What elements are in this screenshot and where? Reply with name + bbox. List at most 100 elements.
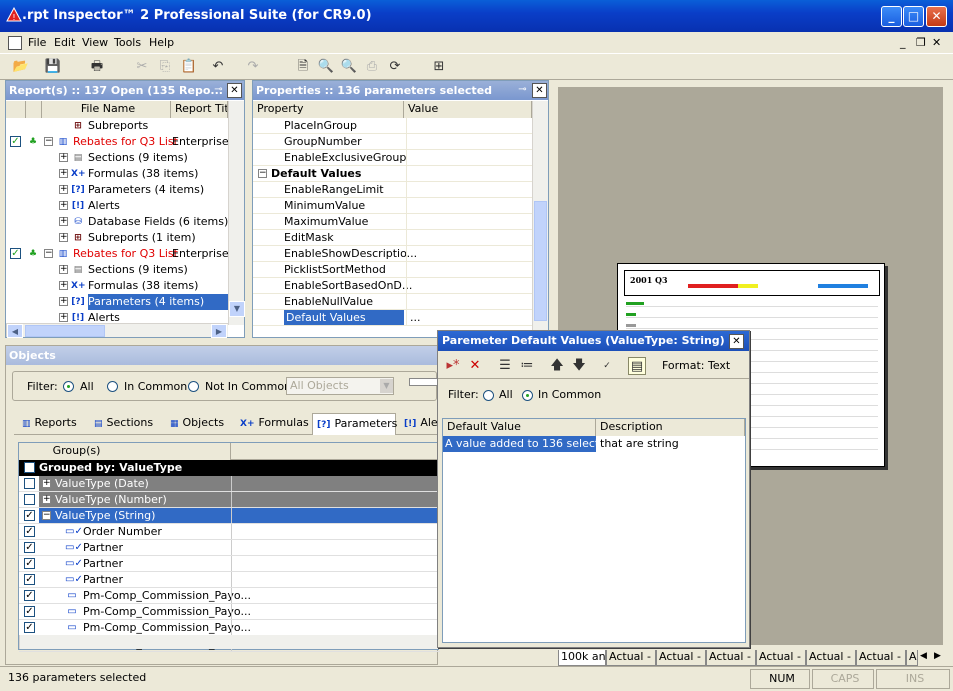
copy-icon[interactable]: ⎘: [156, 58, 174, 76]
zoom-out-icon[interactable]: 🔍: [340, 58, 358, 76]
reports-close-button[interactable]: ✕: [227, 83, 242, 98]
expand-icon[interactable]: +: [59, 217, 68, 226]
property-value[interactable]: [406, 294, 532, 309]
expand-icon[interactable]: −: [44, 137, 53, 146]
close-button[interactable]: ✕: [926, 6, 947, 27]
property-value[interactable]: [406, 182, 532, 197]
row-checkbox[interactable]: ✓: [24, 574, 35, 585]
row-checkbox[interactable]: ✓: [24, 590, 35, 601]
menu-tools[interactable]: Tools: [114, 36, 141, 49]
group-row[interactable]: + ValueType (Date): [19, 476, 440, 492]
col-groups[interactable]: Group(s): [19, 443, 231, 460]
tree-row[interactable]: ✓ ♣ − ▥ Rebates for Q3 List Enterprise: [6, 246, 228, 262]
row-checkbox[interactable]: [24, 494, 35, 505]
row-checkbox[interactable]: ✓: [24, 510, 35, 521]
zoom-in-icon[interactable]: 🔍: [317, 58, 335, 76]
col-report-title[interactable]: Report Title: [171, 101, 228, 118]
add-value-icon[interactable]: ▸*: [444, 357, 462, 375]
expand-icon[interactable]: +: [59, 313, 68, 322]
property-row[interactable]: Default Values...: [253, 310, 532, 326]
chevron-down-icon[interactable]: ▼: [380, 379, 393, 393]
expand-icon[interactable]: −: [42, 511, 51, 520]
parameter-row[interactable]: ✓ ▭ Pm-Comp_Commission_Payo...: [19, 588, 440, 604]
tree-row[interactable]: ✓ ♣ − ▥ Rebates for Q3 List Enterprise: [6, 134, 228, 150]
minimize-button[interactable]: _: [881, 6, 902, 27]
expand-icon[interactable]: +: [59, 265, 68, 274]
tab-aler[interactable]: [!] Aler: [400, 413, 442, 435]
reports-vscroll[interactable]: ▼: [228, 101, 245, 325]
parameter-row[interactable]: ✓ ▭✓ Partner: [19, 540, 440, 556]
tree-row[interactable]: ⊞ Subreports: [6, 118, 228, 134]
expand-icon[interactable]: +: [59, 233, 68, 242]
expand-icon[interactable]: +: [42, 495, 51, 504]
menu-help[interactable]: Help: [149, 36, 174, 49]
property-value[interactable]: [406, 118, 532, 133]
property-row[interactable]: − Default Values: [253, 166, 532, 182]
tab-reports[interactable]: ▥ Reports: [18, 413, 86, 435]
default-value-row[interactable]: A value added to 136 selected that are s…: [443, 436, 745, 452]
dialog-close-button[interactable]: ✕: [729, 334, 744, 349]
tree-row[interactable]: + ⛁ Database Fields (6 items): [6, 214, 228, 230]
property-row[interactable]: EditMask: [253, 230, 532, 246]
property-value[interactable]: [406, 278, 532, 293]
default-value-cell[interactable]: A value added to 136 selected: [443, 436, 613, 452]
move-up-icon[interactable]: 🡅: [548, 357, 566, 375]
tree-row[interactable]: + [?] Parameters (4 items): [6, 182, 228, 198]
parameter-row[interactable]: ✓ ▭✓ Partner: [19, 572, 440, 588]
property-value[interactable]: [406, 230, 532, 245]
dialog-filter-all-radio[interactable]: [483, 390, 494, 401]
paste-icon[interactable]: 📋: [180, 58, 198, 76]
report-checkbox[interactable]: ✓: [10, 248, 21, 259]
redo-icon[interactable]: ↷: [244, 58, 262, 76]
property-row[interactable]: EnableExclusiveGroup: [253, 150, 532, 166]
print-icon[interactable]: 🖶: [88, 58, 106, 76]
preview-tab[interactable]: Actual - P: [706, 650, 756, 666]
scroll-down-icon[interactable]: ▼: [229, 301, 245, 317]
menu-view[interactable]: View: [82, 36, 108, 49]
parameter-row[interactable]: ✓ ▭✓ Partner: [19, 556, 440, 572]
col-default-value[interactable]: Default Value: [443, 419, 596, 436]
preview-tab[interactable]: Actual - P: [806, 650, 856, 666]
menu-edit[interactable]: Edit: [54, 36, 75, 49]
description-cell[interactable]: that are string: [600, 436, 679, 452]
property-row[interactable]: PlaceInGroup: [253, 118, 532, 134]
menu-file[interactable]: File: [28, 36, 46, 49]
save-icon[interactable]: 💾: [44, 58, 62, 76]
tab-objects[interactable]: ▦ Objects: [166, 413, 232, 435]
tree-row[interactable]: + [?] Parameters (4 items): [6, 294, 228, 310]
properties-vscroll[interactable]: [532, 101, 548, 337]
property-row[interactable]: GroupNumber: [253, 134, 532, 150]
expand-icon[interactable]: +: [59, 297, 68, 306]
expand-icon[interactable]: +: [59, 169, 68, 178]
cut-icon[interactable]: ✂: [133, 58, 151, 76]
col-file-name[interactable]: File Name: [42, 101, 171, 118]
property-value[interactable]: [406, 166, 532, 181]
spellcheck-icon[interactable]: ✓: [598, 357, 616, 375]
filter-not-common-radio[interactable]: [188, 381, 199, 392]
expand-icon[interactable]: +: [42, 479, 51, 488]
col-description[interactable]: Description: [596, 419, 745, 436]
property-row[interactable]: PicklistSortMethod: [253, 262, 532, 278]
expand-icon[interactable]: −: [44, 249, 53, 258]
report-checkbox[interactable]: ✓: [10, 136, 21, 147]
mdi-restore-icon[interactable]: ❐: [916, 36, 926, 49]
refresh-icon[interactable]: ⟳: [386, 58, 404, 76]
property-row[interactable]: EnableSortBasedOnD...: [253, 278, 532, 294]
dialog-filter-common-radio[interactable]: [522, 390, 533, 401]
grouped-checkbox[interactable]: [24, 462, 35, 473]
export-icon[interactable]: ⎙: [363, 58, 381, 76]
undo-icon[interactable]: ↶: [209, 58, 227, 76]
tree-row[interactable]: + X+ Formulas (38 items): [6, 166, 228, 182]
objects-select[interactable]: All Objects: [286, 377, 394, 395]
tab-formulas[interactable]: X+ Formulas: [236, 413, 309, 435]
property-row[interactable]: EnableNullValue: [253, 294, 532, 310]
preview-icon[interactable]: 🗎: [294, 58, 312, 76]
expand-icon[interactable]: +: [59, 153, 68, 162]
collapse-icon[interactable]: −: [258, 169, 267, 178]
tree-row[interactable]: + ▤ Sections (9 items): [6, 262, 228, 278]
tab-parameters[interactable]: [?] Parameters: [312, 413, 397, 435]
preview-tab[interactable]: Actual - P: [656, 650, 706, 666]
parameter-row[interactable]: ✓ ▭ Pm-Comp_Commission_Payo...: [19, 620, 440, 636]
property-value[interactable]: [406, 150, 532, 165]
properties-close-button[interactable]: ✕: [532, 83, 547, 98]
